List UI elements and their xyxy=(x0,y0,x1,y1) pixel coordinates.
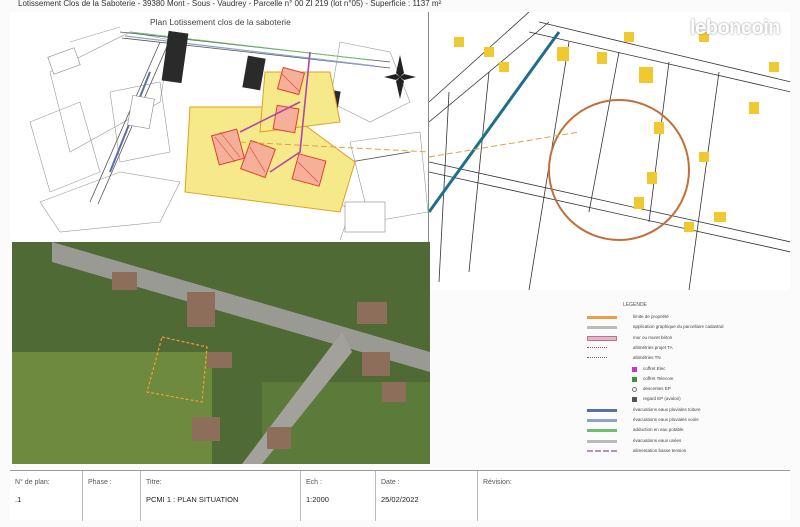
legend-symbol-icon xyxy=(587,439,617,443)
scale-cell: Ech : 1:2000 xyxy=(300,471,375,521)
revision-label: Révision: xyxy=(483,479,512,486)
legend-item: adduction en eau potable xyxy=(587,427,787,435)
plan-number-value: .1 xyxy=(15,495,22,504)
legend-panel: LEGENDE limite de propriété application g… xyxy=(575,300,790,460)
legend-item: alimentation basse tension xyxy=(587,448,787,456)
legend-item: évacuations eaux pluviales toiture xyxy=(587,407,787,415)
header-project-text: Lotissement Clos de la Saboterie - 39380… xyxy=(18,0,442,8)
phase-label: Phase : xyxy=(88,479,112,486)
date-cell: Date : 25/02/2022 xyxy=(375,471,477,521)
date-label: Date : xyxy=(381,479,400,486)
legend-symbol-icon xyxy=(587,357,607,361)
legend-item-label: coffret Elec xyxy=(643,365,666,371)
legend-symbol-icon xyxy=(587,346,607,351)
legend-symbol-icon xyxy=(587,429,617,433)
legend-symbol-icon xyxy=(587,326,617,330)
legend-symbol-icon xyxy=(632,387,637,393)
legend-item-label: altimétries TN xyxy=(633,355,661,361)
legend-item-label: application graphique du parcellaire cad… xyxy=(633,324,724,330)
leboncoin-watermark: leboncoin xyxy=(690,17,780,39)
scale-value: 1:2000 xyxy=(306,495,329,504)
legend-item-label: coffret Telecom xyxy=(643,375,674,381)
legend-item-label: évacuations eaux pluviales toiture xyxy=(633,406,701,412)
legend-item: altimétries projet TA xyxy=(587,345,787,353)
title-cell: Titre: PCMI 1 : PLAN SITUATION xyxy=(140,471,300,521)
lotissement-plan-drawing xyxy=(29,26,428,240)
legend-item-label: mur ou muret béton xyxy=(633,334,673,340)
aerial-photo-panel xyxy=(12,242,430,464)
legend-item: mur ou muret béton xyxy=(587,335,787,343)
lotissement-plan-panel: Plan Lotissement clos de la saboterie xyxy=(10,12,428,240)
legend-symbol-icon xyxy=(587,335,617,341)
legend-item: regard EP (avaloir) xyxy=(587,396,787,404)
title-label: Titre: xyxy=(146,479,162,486)
legend-title: LEGENDE xyxy=(623,302,647,308)
title-block: N° de plan: .1 Phase : Titre: PCMI 1 : P… xyxy=(10,470,790,521)
revision-cell: Révision: xyxy=(477,471,790,521)
legend-item: évacuations eaux pluviales voirie xyxy=(587,417,787,425)
legend-item-label: évacuations eaux pluviales voirie xyxy=(633,417,699,422)
aerial-photo-drawing xyxy=(12,242,430,464)
legend-symbol-icon xyxy=(632,397,637,403)
plan-number-cell: N° de plan: .1 xyxy=(10,471,82,521)
header-strip: Lotissement Clos de la Saboterie - 39380… xyxy=(18,0,788,8)
date-value: 25/02/2022 xyxy=(381,495,419,504)
legend-item-label: regard EP (avaloir) xyxy=(643,396,681,402)
legend-item-label: alimentation basse tension xyxy=(633,447,687,453)
legend-item-label: altimétries projet TA xyxy=(633,344,673,350)
legend-symbol-icon xyxy=(632,366,637,372)
legend-item: coffret Elec xyxy=(587,366,787,374)
legend-item: descentes EP xyxy=(587,386,787,394)
legend-symbol-icon xyxy=(587,449,617,453)
document-page: Lotissement Clos de la Saboterie - 39380… xyxy=(0,0,800,527)
legend-symbol-icon xyxy=(587,408,617,412)
plan-title: Plan Lotissement clos de la saboterie xyxy=(150,17,291,27)
cadastre-map-panel: leboncoin xyxy=(428,12,790,290)
phase-cell: Phase : xyxy=(82,471,140,521)
legend-symbol-icon xyxy=(587,419,617,422)
legend-item-label: limite de propriété xyxy=(633,314,669,319)
cadastre-map-drawing xyxy=(429,12,790,290)
scale-label: Ech : xyxy=(306,479,322,486)
legend-item: coffret Telecom xyxy=(587,376,787,384)
title-value: PCMI 1 : PLAN SITUATION xyxy=(146,495,239,504)
legend-item-label: adduction en eau potable xyxy=(633,427,684,433)
legend-item: évacuations eaux usées xyxy=(587,438,787,446)
legend-symbol-icon xyxy=(632,376,637,382)
legend-symbol-icon xyxy=(587,316,617,319)
legend-item: limite de propriété xyxy=(587,314,787,322)
legend-item-label: évacuations eaux usées xyxy=(633,437,682,443)
legend-item: altimétries TN xyxy=(587,355,787,363)
plan-number-label: N° de plan: xyxy=(15,479,50,486)
legend-item: application graphique du parcellaire cad… xyxy=(587,324,787,332)
legend-item-label: descentes EP xyxy=(643,386,671,392)
